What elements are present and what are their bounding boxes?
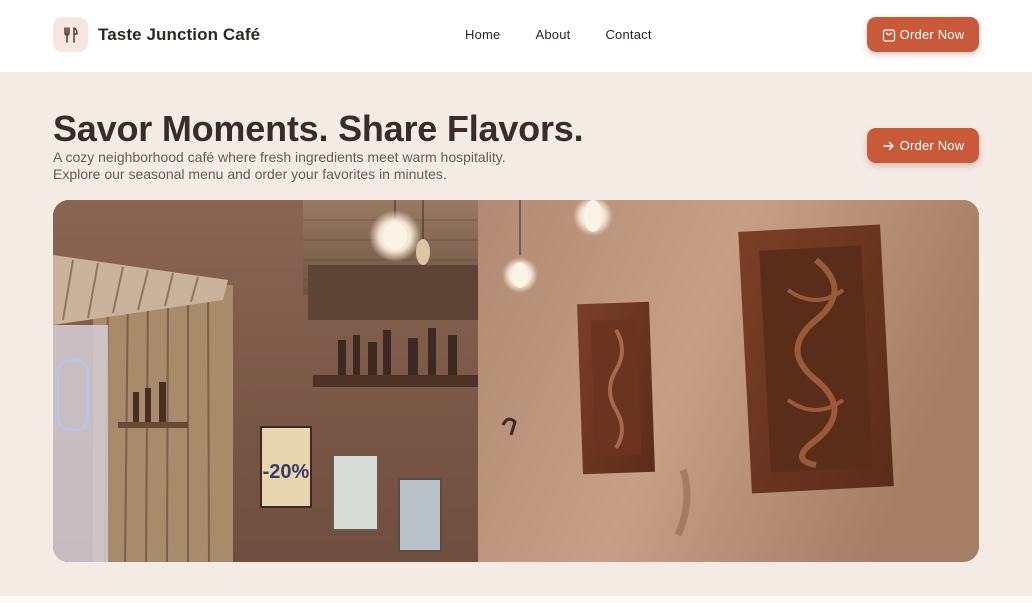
site-header: Taste Junction Café Home About Contact O… — [0, 0, 1032, 72]
arrow-right-icon — [882, 139, 896, 153]
right-wall — [478, 200, 979, 562]
hero-order-label: Order Now — [899, 138, 965, 153]
nav-about[interactable]: About — [535, 27, 570, 42]
hero-title: Savor Moments. Share Flavors. — [53, 108, 584, 149]
brand[interactable]: Taste Junction Café — [53, 17, 260, 52]
carved-panel-large — [738, 224, 894, 494]
hero-image: -20% — [53, 200, 979, 562]
brand-name: Taste Junction Café — [98, 24, 261, 44]
carved-panel-small — [577, 301, 655, 475]
hero-subtitle-line-2: Explore our seasonal menu and order your… — [53, 166, 447, 182]
bottle-shelf — [313, 375, 478, 387]
hero-order-button[interactable]: Order Now — [867, 128, 979, 163]
footer-strip — [0, 596, 1032, 603]
nav-home[interactable]: Home — [465, 27, 500, 42]
utensils-icon — [53, 17, 88, 52]
header-order-button[interactable]: Order Now — [867, 17, 979, 52]
shopping-bag-icon — [882, 28, 896, 42]
header-order-label: Order Now — [899, 27, 965, 42]
hero-subtitle: A cozy neighborhood café where fresh ing… — [53, 149, 613, 183]
main-nav: Home About Contact — [465, 27, 652, 42]
nav-contact[interactable]: Contact — [605, 27, 651, 42]
poster-text: -20% — [263, 461, 310, 483]
hero-subtitle-line-1: A cozy neighborhood café where fresh ing… — [53, 149, 506, 165]
